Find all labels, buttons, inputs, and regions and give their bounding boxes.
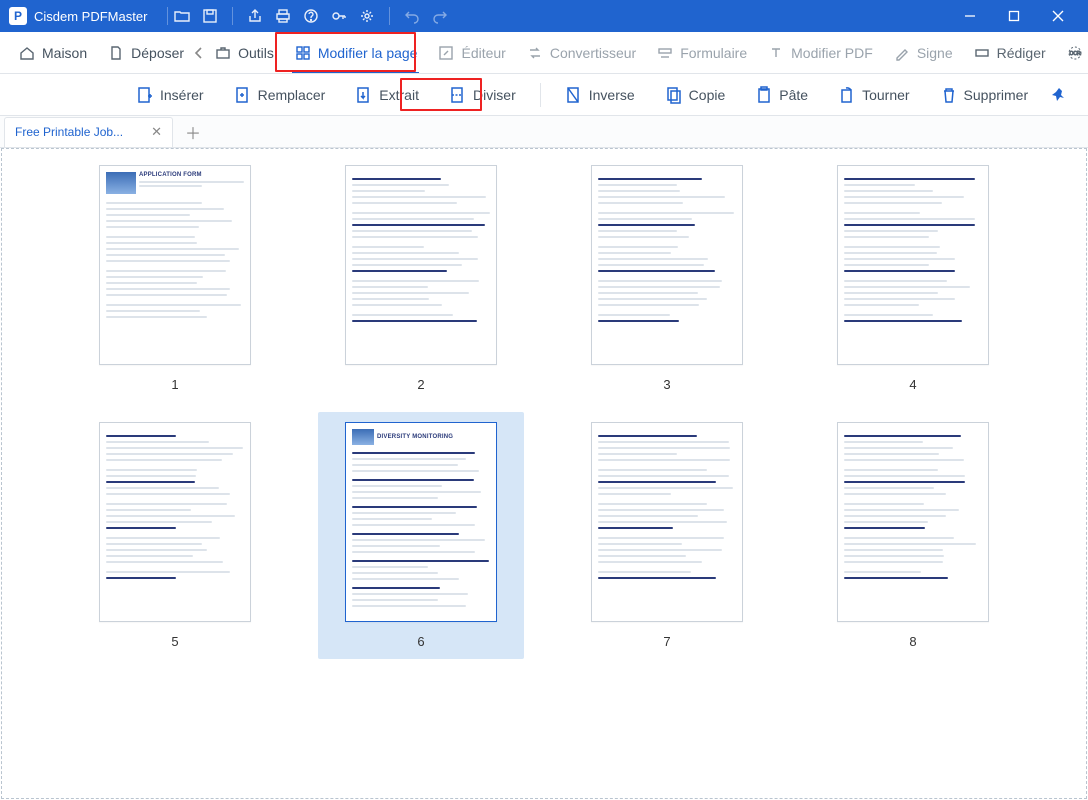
page-thumbnail[interactable]: 4: [820, 165, 1006, 392]
main-tabs: Maison Déposer Outils Modifier la page É…: [0, 32, 1088, 74]
tab-tools[interactable]: Outils: [204, 40, 284, 66]
file-icon: [107, 44, 125, 62]
tab-editor[interactable]: Éditeur: [427, 40, 515, 66]
tab-modify-page[interactable]: Modifier la page: [284, 40, 428, 66]
svg-text:P: P: [14, 9, 22, 23]
divide-icon: [449, 86, 467, 104]
undo-icon[interactable]: [402, 6, 422, 26]
pen-icon: [893, 44, 911, 62]
page-number: 1: [171, 377, 178, 392]
share-icon[interactable]: [245, 6, 265, 26]
document-tab-label: Free Printable Job...: [15, 125, 123, 139]
paste-icon: [755, 86, 773, 104]
page-grid-area: APPLICATION FORM 1 2 3 4 5 DIVERSITY MONITORIN…: [1, 148, 1087, 799]
page-thumbnail[interactable]: 7: [574, 422, 760, 659]
redact-icon: [973, 44, 991, 62]
page-thumbnail[interactable]: 3: [574, 165, 760, 392]
edit-icon: [437, 44, 455, 62]
page-thumbnail-image: DIVERSITY MONITORING: [345, 422, 497, 622]
chevron-left-icon[interactable]: [194, 46, 204, 60]
page-toolbar: Insérer Remplacer Extrait Diviser Invers…: [0, 74, 1088, 116]
tab-file[interactable]: Déposer: [97, 40, 194, 66]
page-number: 3: [663, 377, 670, 392]
copy-icon: [665, 86, 683, 104]
inverse-icon: [565, 86, 583, 104]
page-thumbnail[interactable]: 2: [328, 165, 514, 392]
divide-button[interactable]: Diviser: [439, 82, 526, 108]
copy-button[interactable]: Copie: [655, 82, 736, 108]
tab-home[interactable]: Maison: [8, 40, 97, 66]
page-thumbnail-image: [345, 165, 497, 365]
paste-button[interactable]: Pâte: [745, 82, 818, 108]
svg-text:OCR: OCR: [1069, 51, 1081, 57]
inverse-button[interactable]: Inverse: [555, 82, 645, 108]
tab-ocr[interactable]: OCR O: [1056, 40, 1088, 66]
grid-icon: [294, 44, 312, 62]
insert-icon: [136, 86, 154, 104]
rotate-button[interactable]: Tourner: [828, 82, 919, 108]
minimize-button[interactable]: [948, 0, 992, 32]
key-icon[interactable]: [329, 6, 349, 26]
page-thumbnail-image: APPLICATION FORM: [99, 165, 251, 365]
document-tab[interactable]: Free Printable Job... ✕: [4, 117, 173, 147]
close-button[interactable]: [1036, 0, 1080, 32]
page-thumbnail-image: [837, 165, 989, 365]
delete-button[interactable]: Supprimer: [930, 82, 1039, 108]
tab-converter[interactable]: Convertisseur: [516, 40, 646, 66]
page-thumbnail-image: [837, 422, 989, 622]
insert-button[interactable]: Insérer: [126, 82, 214, 108]
form-icon: [656, 44, 674, 62]
extract-icon: [355, 86, 373, 104]
page-number: 7: [663, 634, 670, 649]
page-number: 2: [417, 377, 424, 392]
replace-icon: [234, 86, 252, 104]
maximize-button[interactable]: [992, 0, 1036, 32]
replace-button[interactable]: Remplacer: [224, 82, 336, 108]
convert-icon: [526, 44, 544, 62]
close-icon[interactable]: ✕: [151, 124, 162, 140]
page-thumbnail-image: [591, 165, 743, 365]
app-logo: P: [8, 6, 28, 26]
page-number: 5: [171, 634, 178, 649]
page-thumbnail-image: [99, 422, 251, 622]
home-icon: [18, 44, 36, 62]
page-thumbnail[interactable]: DIVERSITY MONITORING 6: [318, 412, 524, 659]
open-folder-icon[interactable]: [172, 6, 192, 26]
page-number: 6: [417, 634, 424, 649]
document-tabs: Free Printable Job... ✕ ＋: [0, 116, 1088, 148]
page-thumbnail[interactable]: APPLICATION FORM 1: [82, 165, 268, 392]
pin-button[interactable]: [1050, 86, 1068, 104]
page-number: 8: [909, 634, 916, 649]
page-thumbnail[interactable]: 5: [82, 422, 268, 659]
help-icon[interactable]: [301, 6, 321, 26]
save-icon[interactable]: [200, 6, 220, 26]
trash-icon: [940, 86, 958, 104]
toolbox-icon: [214, 44, 232, 62]
app-title: Cisdem PDFMaster: [34, 9, 147, 24]
tab-modify-pdf[interactable]: Modifier PDF: [757, 40, 883, 66]
text-icon: [767, 44, 785, 62]
ocr-icon: OCR: [1066, 44, 1084, 62]
tab-sign[interactable]: Signe: [883, 40, 963, 66]
titlebar: P Cisdem PDFMaster: [0, 0, 1088, 32]
new-tab-button[interactable]: ＋: [179, 118, 207, 146]
rotate-icon: [838, 86, 856, 104]
extract-button[interactable]: Extrait: [345, 82, 429, 108]
print-icon[interactable]: [273, 6, 293, 26]
page-thumbnail-image: [591, 422, 743, 622]
redo-icon[interactable]: [430, 6, 450, 26]
tab-form[interactable]: Formulaire: [646, 40, 757, 66]
page-number: 4: [909, 377, 916, 392]
tab-redact[interactable]: Rédiger: [963, 40, 1056, 66]
settings-icon[interactable]: [357, 6, 377, 26]
page-thumbnail[interactable]: 8: [820, 422, 1006, 659]
